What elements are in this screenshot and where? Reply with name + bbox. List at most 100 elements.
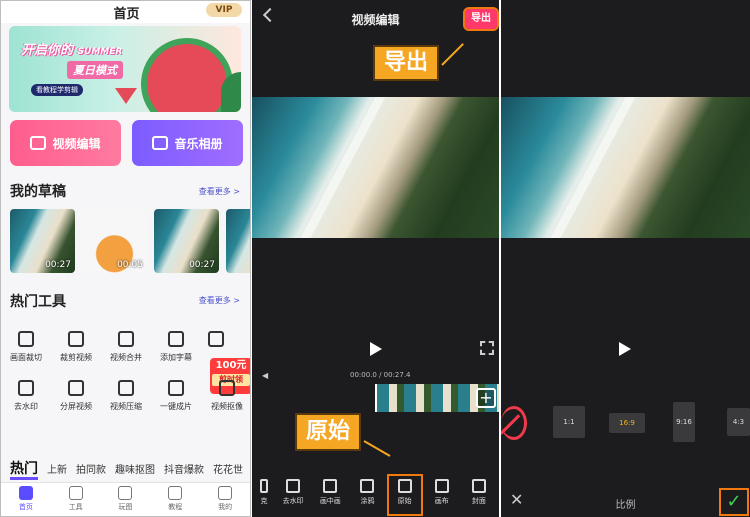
- fullscreen-icon[interactable]: [480, 341, 494, 355]
- music-album-label: 音乐相册: [174, 136, 223, 151]
- draft-thumbnail[interactable]: 00:27: [10, 209, 75, 273]
- tool-canvas[interactable]: 画布: [426, 476, 458, 514]
- cover-icon: [471, 479, 486, 493]
- tool-label: 一键成片: [160, 402, 192, 411]
- tool-watermark[interactable]: 去水印: [1, 380, 51, 412]
- tool-original-ratio[interactable]: 原始: [386, 474, 423, 516]
- play-icon[interactable]: [619, 342, 631, 356]
- drafts-more-link[interactable]: 查看更多 >: [199, 186, 240, 197]
- wave-decoration: [550, 97, 636, 238]
- tabbar-label: 工具: [68, 503, 83, 511]
- tool-picture-in-picture[interactable]: 画中画: [314, 476, 346, 514]
- ratio-option-16-9[interactable]: 16:9: [609, 413, 645, 433]
- tab-hot[interactable]: 热门: [10, 461, 38, 480]
- play-icon: [168, 486, 183, 500]
- video-preview[interactable]: [501, 97, 750, 238]
- tool-label: 分屏视频: [60, 402, 92, 411]
- tab-fun-cutout[interactable]: 趣味抠图: [115, 461, 155, 480]
- vip-button[interactable]: VIP: [206, 3, 242, 17]
- video-preview[interactable]: [252, 97, 499, 238]
- ratio-option-4-3[interactable]: 4:3: [727, 408, 750, 436]
- music-album-button[interactable]: 音乐相册: [132, 120, 243, 166]
- crop-icon: [18, 331, 34, 347]
- tab-partial[interactable]: 花花世: [213, 461, 243, 480]
- ratio-option-9-16[interactable]: 9:16: [673, 402, 695, 442]
- tabbar-photos[interactable]: 玩图: [101, 483, 151, 516]
- tool-cover[interactable]: 封面: [463, 476, 495, 514]
- ratio-option-1-1[interactable]: 1:1: [553, 406, 585, 438]
- merge-icon: [118, 331, 134, 347]
- tabbar-home[interactable]: 首页: [1, 483, 51, 516]
- banner-caption: 看教程学剪辑: [31, 84, 83, 96]
- draft-thumbnail[interactable]: 00:05: [82, 209, 147, 273]
- tool-label: 克: [260, 497, 268, 505]
- video-edit-button[interactable]: 视频编辑: [10, 120, 121, 166]
- tab-same-style[interactable]: 拍同款: [76, 461, 106, 480]
- tool-compress[interactable]: 视频压缩: [101, 380, 151, 412]
- tabbar-tutorials[interactable]: 教程: [150, 483, 200, 516]
- tool-matting[interactable]: 视频抠像: [202, 380, 250, 412]
- draft-thumbnail[interactable]: 00:27: [154, 209, 219, 273]
- arrow-icon: [441, 43, 464, 66]
- split-screen-icon: [68, 380, 84, 396]
- watermelon-illustration: [141, 38, 233, 112]
- tab-new[interactable]: 上新: [47, 461, 67, 480]
- tool-label: 涂鸦: [360, 497, 375, 505]
- tool-label: 去水印: [14, 402, 38, 411]
- slash-mark: [501, 414, 521, 435]
- promo-amount: 100元: [215, 360, 247, 371]
- skip-start-icon[interactable]: ◀: [262, 371, 268, 380]
- tabbar-label: 教程: [168, 503, 183, 511]
- tool-icon: [260, 479, 268, 493]
- editor-title: 视频编辑: [351, 13, 400, 27]
- tool-more-partial[interactable]: [201, 331, 231, 352]
- image-icon: [152, 136, 169, 150]
- tabbar-label: 我的: [218, 503, 233, 511]
- scissors-icon: [68, 331, 84, 347]
- draft-duration: 00:05: [117, 260, 143, 270]
- add-clip-button[interactable]: +: [476, 388, 496, 408]
- tab-douyin-hits[interactable]: 抖音爆款: [164, 461, 204, 480]
- tool-label: 去水印: [282, 497, 304, 505]
- tool-partial[interactable]: 克: [256, 476, 272, 514]
- ratio-picker-screen: 1:1 16:9 9:16 4:3 ✕ 比例 ✓: [501, 0, 750, 517]
- tool-subtitle[interactable]: 添加字幕: [151, 331, 201, 363]
- video-editor-screen: 视频编辑 导出 导出 ◀ 00:00.0 / 00:27.4 + 原始 克 去水…: [252, 0, 499, 517]
- tool-label: 添加字幕: [160, 353, 192, 362]
- original-callout: 原始: [295, 413, 361, 451]
- export-button[interactable]: 导出: [463, 7, 499, 31]
- tool-doodle[interactable]: 涂鸦: [351, 476, 383, 514]
- home-header: 首页 VIP: [1, 1, 250, 23]
- tool-label: 裁剪视频: [60, 353, 92, 362]
- banner-headline-text: 开启你的: [21, 43, 74, 58]
- timecode: 00:00.0 / 00:27.4: [350, 371, 411, 379]
- tabbar-tools[interactable]: 工具: [51, 483, 101, 516]
- tool-label: 画面裁切: [10, 353, 42, 362]
- draft-thumbnail-partial[interactable]: [226, 209, 250, 273]
- watermelon-slice-icon: [115, 88, 137, 104]
- tool-crop[interactable]: 画面裁切: [1, 331, 51, 363]
- tool-merge[interactable]: 视频合并: [101, 331, 151, 363]
- summer-banner[interactable]: 开启你的 SUMMER 夏日模式 看教程学剪辑: [9, 26, 241, 112]
- confirm-check-icon[interactable]: ✓: [719, 488, 749, 516]
- play-icon[interactable]: [370, 342, 382, 356]
- eraser-icon: [286, 479, 301, 493]
- banner-headline-en: SUMMER: [77, 47, 123, 57]
- tool-auto-video[interactable]: 一键成片: [151, 380, 201, 412]
- tool-label: 封面: [471, 497, 486, 505]
- home-icon: [18, 486, 33, 500]
- brush-icon: [360, 479, 375, 493]
- tabbar-label: 首页: [18, 503, 33, 511]
- tool-remove-watermark[interactable]: 去水印: [277, 476, 309, 514]
- tool-trim[interactable]: 裁剪视频: [51, 331, 101, 363]
- tool-split[interactable]: 分屏视频: [51, 380, 101, 412]
- tag-icon: [208, 331, 224, 347]
- portrait-icon: [219, 380, 235, 396]
- cube-icon: [68, 486, 83, 500]
- banner-subtitle: 夏日模式: [67, 61, 123, 79]
- no-ratio-icon[interactable]: [501, 406, 527, 440]
- tool-label: 视频合并: [110, 353, 142, 362]
- tools-more-link[interactable]: 查看更多 >: [199, 295, 240, 306]
- tabbar-me[interactable]: 我的: [200, 483, 250, 516]
- export-callout: 导出: [373, 45, 439, 81]
